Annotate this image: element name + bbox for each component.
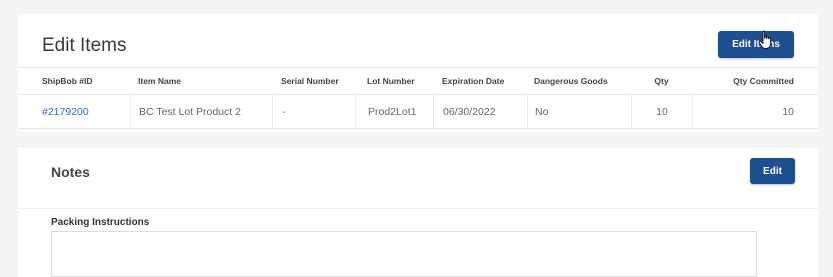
column-header-qty[interactable]: Qty (631, 68, 692, 94)
notes-card: Notes Edit Packing Instructions (18, 148, 818, 277)
column-header-lot-number[interactable]: Lot Number (355, 68, 433, 94)
edit-items-title: Edit Items (42, 35, 127, 56)
edit-notes-button[interactable]: Edit (750, 158, 795, 184)
shipbob-id-link[interactable]: #2179200 (42, 106, 89, 118)
column-header-serial-number[interactable]: Serial Number (272, 68, 355, 94)
column-header-dangerous-goods[interactable]: Dangerous Goods (527, 68, 631, 94)
column-header-item-name[interactable]: Item Name (130, 68, 272, 94)
cell-qty: 10 (631, 95, 692, 128)
edit-items-button[interactable]: Edit Items (718, 31, 794, 58)
column-header-expiration-date[interactable]: Expiration Date (433, 68, 527, 94)
notes-divider (18, 208, 818, 209)
items-table-header: ShipBob #ID Item Name Serial Number Lot … (18, 67, 818, 95)
edit-items-card: Edit Items Edit Items ShipBob #ID Item N… (18, 14, 818, 132)
packing-instructions-label: Packing Instructions (51, 217, 150, 228)
cell-qty-committed: 10 (692, 95, 818, 128)
packing-instructions-field[interactable] (51, 231, 757, 277)
notes-title: Notes (51, 164, 90, 180)
column-header-qty-committed[interactable]: Qty Committed (692, 68, 818, 94)
column-header-shipbob-id[interactable]: ShipBob #ID (18, 68, 130, 94)
cell-lot-number: Prod2Lot1 (355, 95, 433, 128)
cell-serial-number: - (272, 95, 355, 128)
cell-item-name: BC Test Lot Product 2 (130, 95, 272, 128)
cell-dangerous-goods: No (527, 95, 631, 128)
hand-pointer-icon (758, 30, 771, 49)
cell-expiration-date: 06/30/2022 (433, 95, 527, 128)
table-row: #2179200 BC Test Lot Product 2 - Prod2Lo… (18, 95, 818, 129)
cell-shipbob-id: #2179200 (18, 95, 130, 128)
